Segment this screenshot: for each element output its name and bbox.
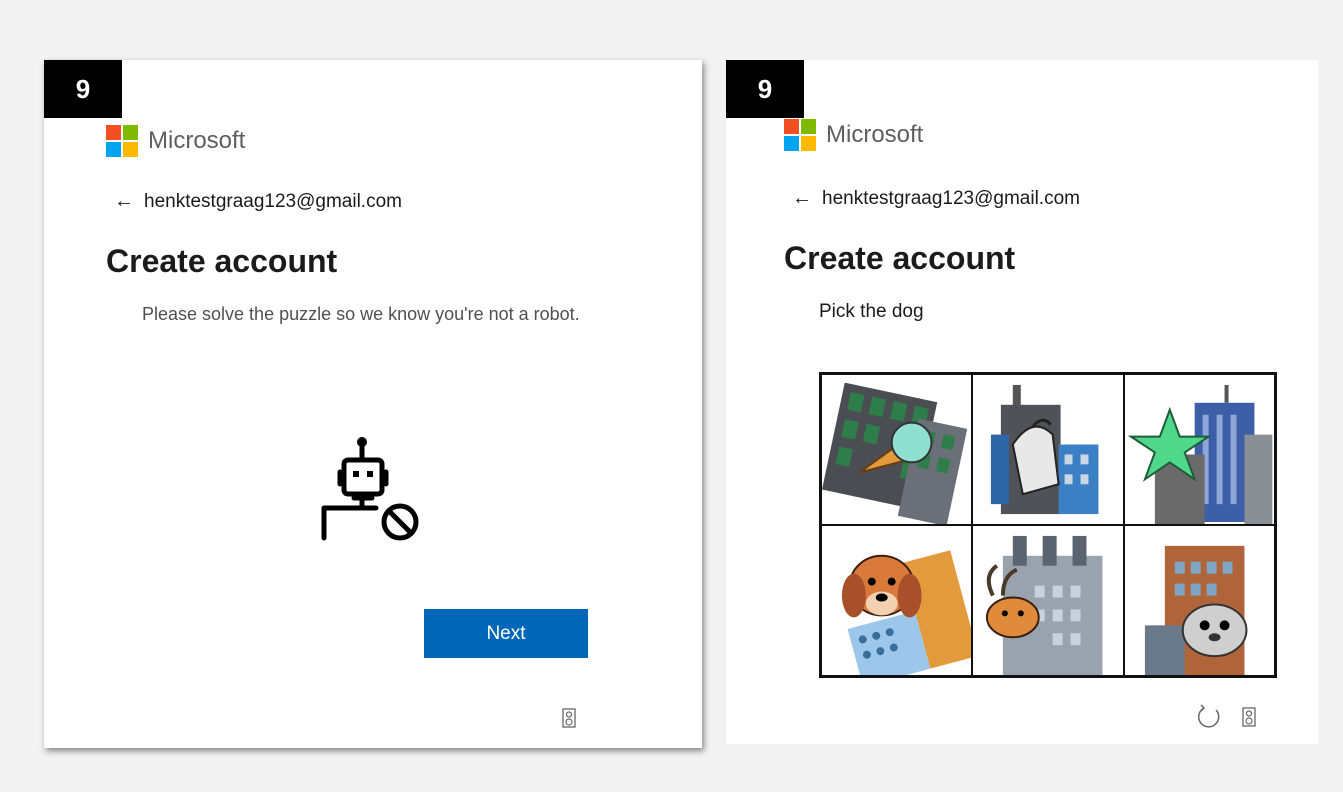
puzzle-description: Please solve the puzzle so we know you'r… — [142, 304, 580, 324]
page-title: Create account — [784, 240, 1016, 276]
brand-name: Microsoft — [826, 121, 924, 148]
microsoft-logo-icon — [784, 119, 816, 151]
tile-dog[interactable] — [821, 525, 973, 676]
step-badge: 9 — [726, 60, 804, 118]
back-arrow-icon[interactable]: ← — [114, 190, 134, 213]
back-row: ← henktestgraag123@gmail.com — [792, 187, 1080, 210]
captcha-intro-panel: 9 Microsoft ← henktestgraag123@gmail.com… — [44, 60, 702, 748]
tile-deer[interactable] — [972, 525, 1124, 676]
microsoft-logo: Microsoft — [106, 125, 245, 157]
tile-ice-cream[interactable] — [821, 374, 973, 525]
brand-name: Microsoft — [148, 127, 246, 154]
tile-goat[interactable] — [972, 374, 1124, 525]
account-email: henktestgraag123@gmail.com — [822, 187, 1080, 209]
image-grid — [819, 372, 1277, 678]
captcha-puzzle-panel: 9 Microsoft ← henktestgraag123@gmail.com… — [726, 60, 1318, 744]
back-row: ← henktestgraag123@gmail.com — [114, 190, 402, 213]
audio-icon[interactable] — [1242, 707, 1256, 727]
refresh-icon[interactable] — [1196, 704, 1222, 730]
robot-blocked-icon — [321, 437, 419, 541]
account-email: henktestgraag123@gmail.com — [144, 190, 402, 212]
page-title: Create account — [106, 243, 338, 279]
next-button[interactable]: Next — [424, 609, 588, 658]
microsoft-logo-icon — [106, 125, 138, 157]
puzzle-prompt: Pick the dog — [819, 301, 924, 322]
microsoft-logo: Microsoft — [784, 119, 923, 151]
step-badge: 9 — [44, 60, 122, 118]
tile-starfish[interactable] — [1123, 374, 1275, 525]
tile-seal[interactable] — [1123, 525, 1275, 676]
audio-icon[interactable] — [562, 708, 576, 728]
back-arrow-icon[interactable]: ← — [792, 187, 812, 210]
